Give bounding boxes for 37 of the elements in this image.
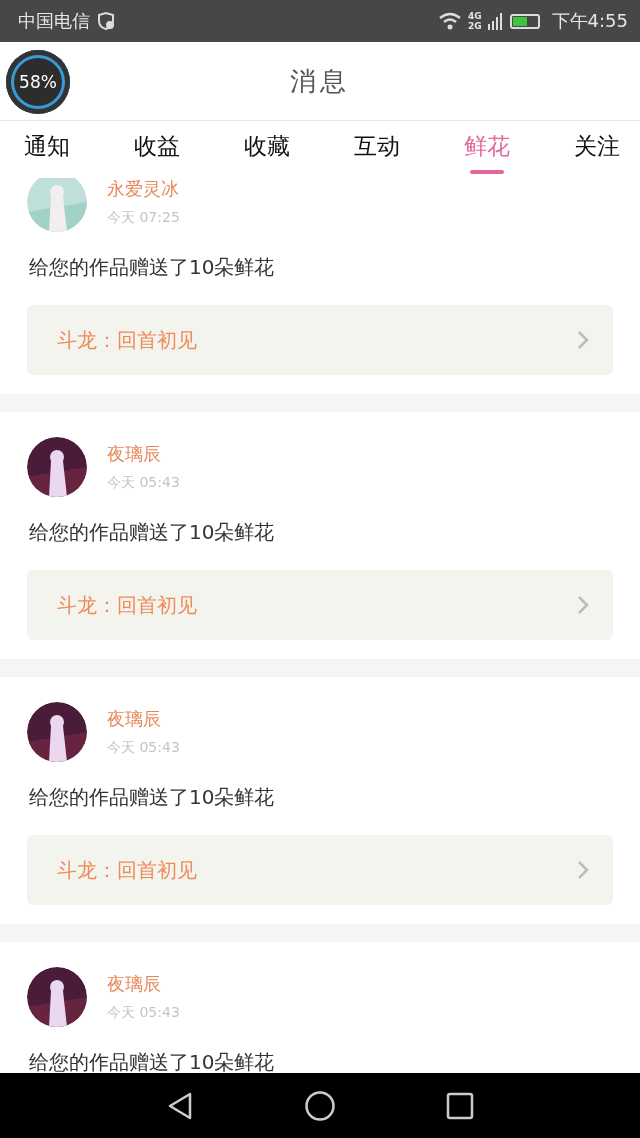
network-label: 4G: [467, 11, 482, 21]
back-icon[interactable]: [166, 1090, 194, 1121]
signal-icon: [487, 12, 504, 30]
timestamp: 今天 07:25: [107, 209, 180, 227]
work-link[interactable]: 斗龙：回首初见: [27, 835, 613, 905]
clock-time: 下午4:55: [551, 9, 628, 33]
user-name[interactable]: 夜璃辰: [107, 972, 180, 996]
work-link[interactable]: 斗龙：回首初见: [27, 570, 613, 640]
battery-icon: [509, 13, 540, 29]
tab[interactable]: 互动: [350, 121, 404, 178]
chevron-right-icon: [577, 595, 589, 615]
chevron-right-icon: [577, 330, 589, 350]
shield-icon: [96, 11, 116, 31]
network-label: 2G: [467, 21, 482, 31]
work-link[interactable]: 斗龙：回首初见: [27, 305, 613, 375]
timestamp: 今天 05:43: [107, 1004, 180, 1022]
carrier-name: 中国电信: [18, 9, 90, 33]
recents-icon[interactable]: [446, 1091, 474, 1120]
message-text: 给您的作品赠送了10朵鲜花: [29, 784, 276, 811]
tab[interactable]: 收益: [130, 121, 184, 178]
user-name[interactable]: 永爱灵冰: [107, 178, 180, 201]
tab[interactable]: 收藏: [240, 121, 294, 178]
memory-badge[interactable]: 58%: [6, 50, 70, 114]
user-name[interactable]: 夜璃辰: [107, 442, 180, 466]
message-text: 给您的作品赠送了10朵鲜花: [29, 519, 276, 546]
message-text: 给您的作品赠送了10朵鲜花: [29, 254, 276, 281]
timestamp: 今天 05:43: [107, 474, 180, 492]
wifi-icon: [437, 12, 462, 30]
message-text: 给您的作品赠送了10朵鲜花: [29, 1049, 276, 1073]
page-title: 消息: [290, 64, 350, 98]
user-name[interactable]: 夜璃辰: [107, 707, 180, 731]
tab[interactable]: 关注: [570, 121, 624, 178]
home-icon[interactable]: [304, 1089, 336, 1122]
tab[interactable]: 鲜花: [460, 121, 514, 178]
tab[interactable]: 通知: [20, 121, 74, 178]
timestamp: 今天 05:43: [107, 739, 180, 757]
chevron-right-icon: [577, 860, 589, 880]
